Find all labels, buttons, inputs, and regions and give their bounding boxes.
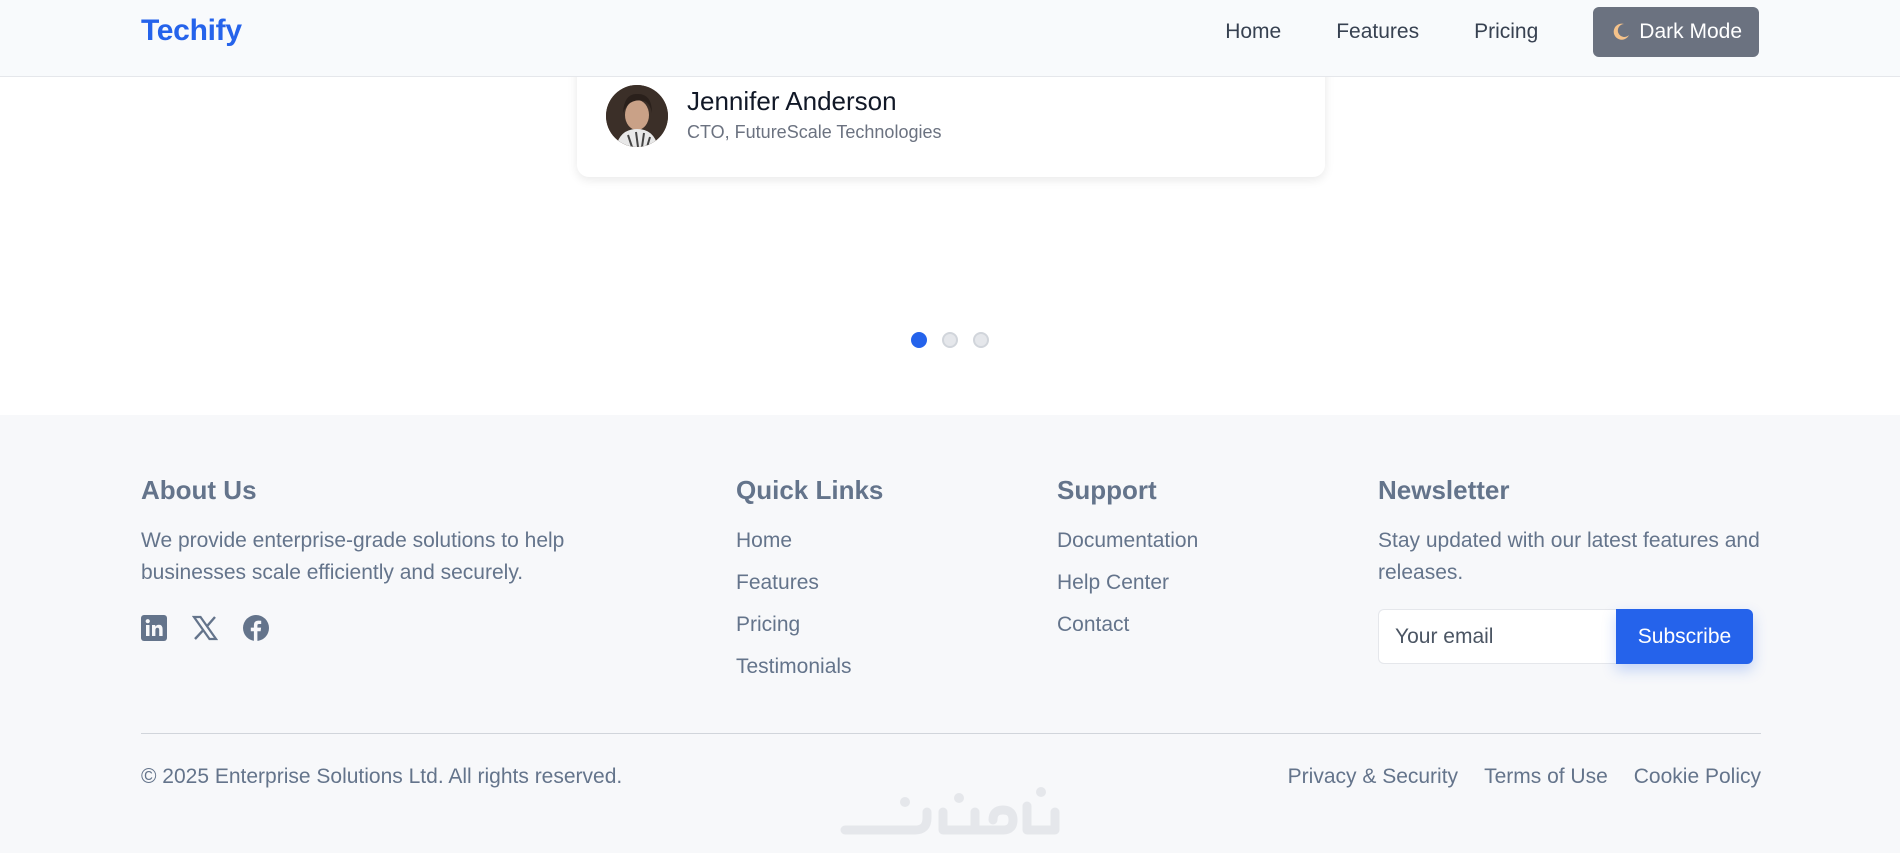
quick-link-testimonials[interactable]: Testimonials [736,646,852,688]
about-text: We provide enterprise-grade solutions to… [141,529,565,584]
brand-logo[interactable]: Techify [141,14,242,48]
x-icon[interactable] [191,615,219,646]
nav-link-home[interactable]: Home [1225,20,1281,44]
legal-links: Privacy & Security Terms of Use Cookie P… [1262,765,1761,789]
author-name: Jennifer Anderson [687,86,897,116]
carousel-dot-2[interactable] [942,332,958,348]
footer: About Us We provide enterprise-grade sol… [0,415,1900,853]
author-avatar [606,85,668,147]
dark-mode-button[interactable]: Dark Mode [1593,7,1759,57]
dark-mode-label: Dark Mode [1639,20,1742,43]
subscribe-button[interactable]: Subscribe [1616,609,1753,664]
moon-icon [1611,22,1631,42]
watermark-logo [835,782,1065,842]
footer-divider [141,733,1761,734]
email-input[interactable] [1378,609,1616,664]
facebook-icon[interactable] [243,615,269,646]
newsletter-text: Stay updated with our latest features an… [1378,529,1760,584]
quick-links-title: Quick Links [736,475,884,505]
linkedin-icon[interactable] [141,615,167,646]
support-title: Support [1057,475,1157,505]
support-link-help-center[interactable]: Help Center [1057,562,1198,604]
carousel-dot-3[interactable] [973,332,989,348]
support-links-list: Documentation Help Center Contact [1057,520,1198,646]
copyright-text: © 2025 Enterprise Solutions Ltd. All rig… [141,765,623,788]
carousel-dot-1[interactable] [911,332,927,348]
quick-links-list: Home Features Pricing Testimonials [736,520,852,688]
terms-link[interactable]: Terms of Use [1484,765,1608,789]
cookie-link[interactable]: Cookie Policy [1634,765,1761,789]
nav-links: Home Features Pricing Dark Mode [1225,7,1759,57]
quick-link-pricing[interactable]: Pricing [736,604,852,646]
social-links [141,615,294,646]
subscribe-form: Subscribe [1378,609,1753,664]
quick-link-features[interactable]: Features [736,562,852,604]
carousel-dots [911,332,1004,348]
about-title: About Us [141,475,257,505]
nav-link-features[interactable]: Features [1336,20,1419,44]
newsletter-title: Newsletter [1378,475,1510,505]
navbar: Techify Home Features Pricing Dark Mode [0,0,1900,77]
support-link-contact[interactable]: Contact [1057,604,1198,646]
privacy-link[interactable]: Privacy & Security [1288,765,1458,789]
author-role: CTO, FutureScale Technologies [687,122,942,142]
quick-link-home[interactable]: Home [736,520,852,562]
nav-link-pricing[interactable]: Pricing [1474,20,1538,44]
support-link-documentation[interactable]: Documentation [1057,520,1198,562]
